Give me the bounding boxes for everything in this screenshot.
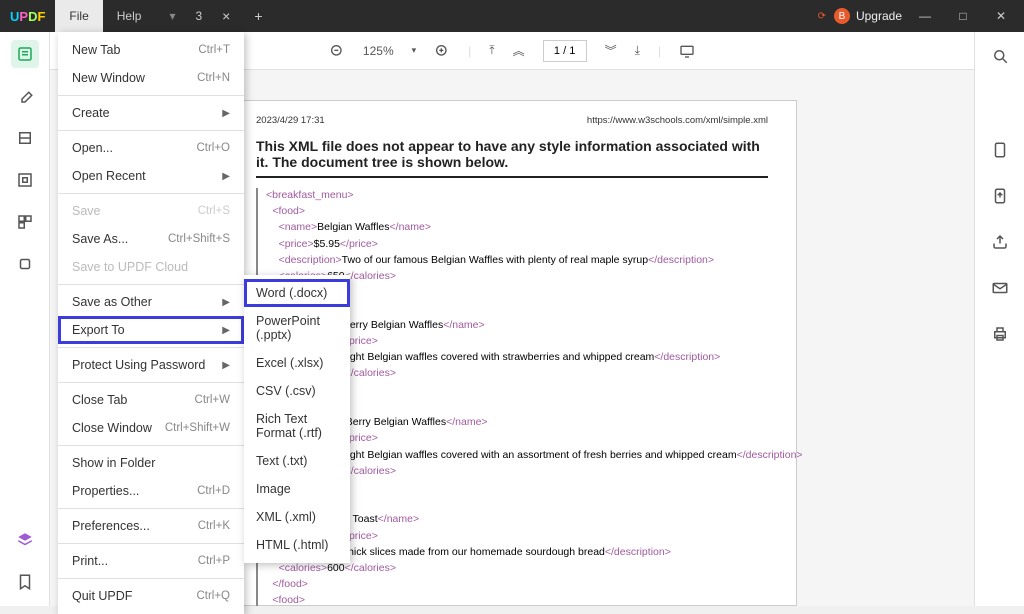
menu-show-finder[interactable]: Show in Folder (58, 449, 244, 477)
zoom-dropdown-icon[interactable]: ▾ (412, 45, 417, 56)
export-icon[interactable] (986, 182, 1014, 210)
share-icon[interactable] (986, 228, 1014, 256)
export-text[interactable]: Text (.txt) (244, 447, 350, 475)
chevron-right-icon: ▶ (222, 297, 230, 308)
menu-export-to[interactable]: Export To▶ (58, 316, 244, 344)
right-sidebar (974, 32, 1024, 606)
menu-help[interactable]: Help (103, 0, 156, 32)
export-rtf[interactable]: Rich Text Format (.rtf) (244, 405, 350, 447)
zoom-in-icon[interactable] (434, 43, 450, 59)
last-page-icon[interactable]: ⤓ (635, 43, 640, 58)
next-page-icon[interactable]: ︾ (605, 42, 617, 59)
export-powerpoint[interactable]: PowerPoint (.pptx) (244, 307, 350, 349)
chevron-right-icon: ▶ (222, 325, 230, 336)
attachment-icon[interactable] (986, 136, 1014, 164)
bookmark-icon[interactable] (11, 568, 39, 596)
menu-save-as[interactable]: Save As...Ctrl+Shift+S (58, 225, 244, 253)
page-title: This XML file does not appear to have an… (256, 138, 768, 178)
edit-tool-icon[interactable] (11, 124, 39, 152)
zoom-out-icon[interactable] (329, 43, 345, 59)
chevron-right-icon: ▶ (222, 171, 230, 182)
titlebar: UPDF File Help ▾ 3 × + ⟳ B Upgrade — □ ✕ (0, 0, 1024, 32)
menu-print[interactable]: Print...Ctrl+P (58, 547, 244, 575)
menu-new-window[interactable]: New WindowCtrl+N (58, 64, 244, 92)
prev-page-icon[interactable]: ︽ (513, 42, 525, 59)
menu-save-cloud: Save to UPDF Cloud (58, 253, 244, 281)
export-xml[interactable]: XML (.xml) (244, 503, 350, 531)
ocr-tool-icon[interactable] (11, 166, 39, 194)
zoom-value[interactable]: 125% (363, 44, 394, 58)
close-icon[interactable]: ✕ (986, 0, 1016, 32)
tab-close-icon[interactable]: × (222, 8, 230, 24)
app-logo: UPDF (0, 9, 55, 24)
export-image[interactable]: Image (244, 475, 350, 503)
export-word[interactable]: Word (.docx) (244, 279, 350, 307)
chevron-right-icon: ▶ (222, 108, 230, 119)
annotate-tool-icon[interactable] (11, 82, 39, 110)
new-tab-button[interactable]: + (244, 8, 272, 24)
page-url: https://www.w3schools.com/xml/simple.xml (587, 115, 768, 126)
left-sidebar (0, 32, 50, 606)
page-input[interactable] (543, 40, 587, 62)
menu-create[interactable]: Create▶ (58, 99, 244, 127)
layers-icon[interactable] (11, 526, 39, 554)
sync-icon[interactable]: ⟳ (818, 11, 826, 22)
tab-name: 3 (195, 9, 202, 23)
menu-properties[interactable]: Properties...Ctrl+D (58, 477, 244, 505)
mail-icon[interactable] (986, 274, 1014, 302)
menu-file[interactable]: File (55, 0, 102, 32)
document-tab[interactable]: ▾ 3 × (155, 0, 244, 32)
upgrade-button[interactable]: B Upgrade (834, 8, 902, 24)
present-icon[interactable] (679, 43, 695, 59)
reader-tool-icon[interactable] (11, 40, 39, 68)
user-badge: B (834, 8, 850, 24)
menu-protect[interactable]: Protect Using Password▶ (58, 351, 244, 379)
crop-tool-icon[interactable] (11, 250, 39, 278)
search-icon[interactable] (986, 42, 1014, 70)
minimize-icon[interactable]: — (910, 0, 940, 32)
menu-preferences[interactable]: Preferences...Ctrl+K (58, 512, 244, 540)
menu-save: SaveCtrl+S (58, 197, 244, 225)
menu-close-window[interactable]: Close WindowCtrl+Shift+W (58, 414, 244, 442)
organize-tool-icon[interactable] (11, 208, 39, 236)
export-submenu: Word (.docx) PowerPoint (.pptx) Excel (.… (244, 275, 350, 563)
maximize-icon[interactable]: □ (948, 0, 978, 32)
chevron-right-icon: ▶ (222, 360, 230, 371)
print-icon[interactable] (986, 320, 1014, 348)
export-csv[interactable]: CSV (.csv) (244, 377, 350, 405)
first-page-icon[interactable]: ⤒ (489, 43, 494, 58)
file-menu-dropdown: New TabCtrl+T New WindowCtrl+N Create▶ O… (58, 32, 244, 614)
page-timestamp: 2023/4/29 17:31 (256, 115, 325, 126)
export-html[interactable]: HTML (.html) (244, 531, 350, 559)
menu-open[interactable]: Open...Ctrl+O (58, 134, 244, 162)
upgrade-label: Upgrade (856, 9, 902, 23)
menu-save-other[interactable]: Save as Other▶ (58, 288, 244, 316)
export-excel[interactable]: Excel (.xlsx) (244, 349, 350, 377)
menu-open-recent[interactable]: Open Recent▶ (58, 162, 244, 190)
menu-new-tab[interactable]: New TabCtrl+T (58, 36, 244, 64)
menu-close-tab[interactable]: Close TabCtrl+W (58, 386, 244, 414)
